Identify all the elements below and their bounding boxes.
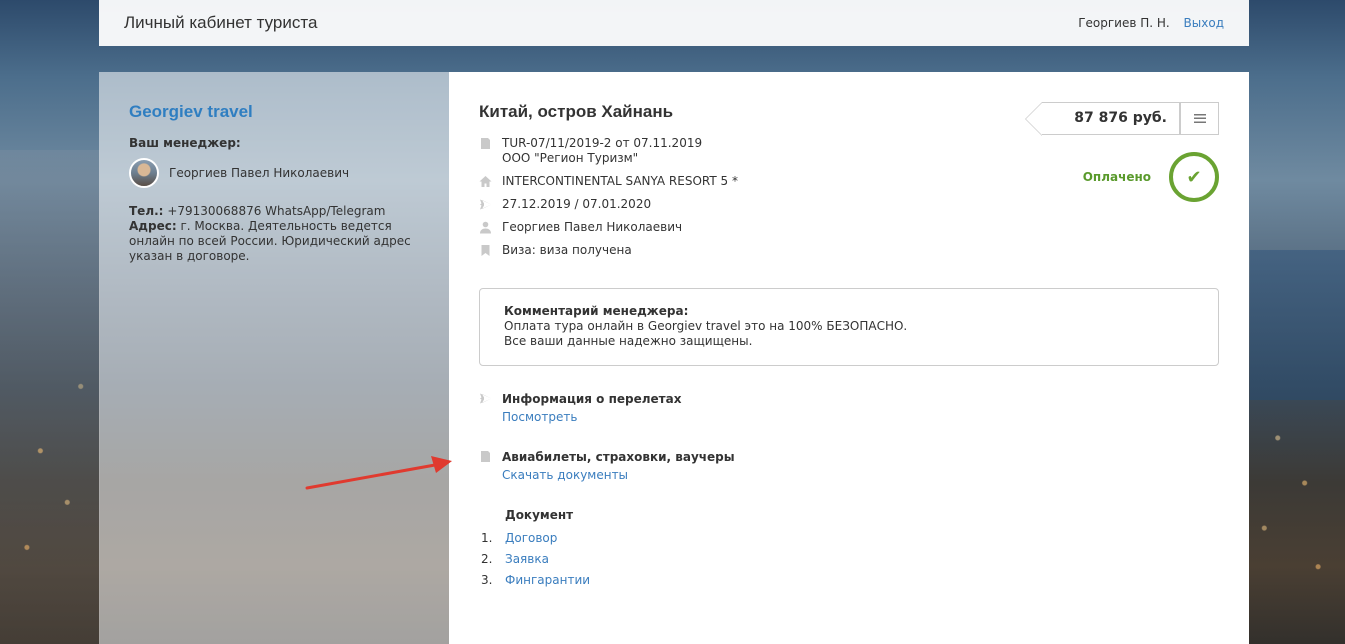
list-item: 2. Заявка xyxy=(481,549,1219,570)
document-icon xyxy=(479,450,492,463)
manager-label: Ваш менеджер: xyxy=(129,136,241,150)
doc-link-contract[interactable]: Договор xyxy=(505,528,557,549)
check-icon: ✔ xyxy=(1169,152,1219,202)
documents-list-heading: Документ xyxy=(505,508,574,522)
agency-name: Georgiev travel xyxy=(129,102,253,121)
documents-heading: Авиабилеты, страховки, ваучеры xyxy=(502,450,735,464)
agency-panel: Georgiev travel Ваш менеджер: Георгиев П… xyxy=(99,72,449,644)
plane-icon xyxy=(479,392,492,405)
list-item: 3. Фингарантии xyxy=(481,570,1219,591)
hotel-name: INTERCONTINENTAL SANYA RESORT 5 * xyxy=(502,174,738,188)
visa-row: Виза: виза получена xyxy=(479,243,1219,258)
annotation-arrow xyxy=(305,456,452,490)
documents-list: Документ 1. Договор 2. Заявка 3. Фингаранти… xyxy=(481,506,1219,591)
comment-line-1: Оплата тура онлайн в Georgiev travel это… xyxy=(504,319,908,333)
home-icon xyxy=(479,175,492,188)
contract-number: TUR-07/11/2019-2 от 07.11.2019 xyxy=(502,136,703,150)
comment-heading: Комментарий менеджера: xyxy=(504,304,689,318)
doc-link-application[interactable]: Заявка xyxy=(505,549,549,570)
tourist-name: Георгиев Павел Николаевич xyxy=(502,220,683,234)
tour-price: 87 876 руб. xyxy=(1025,102,1180,136)
flights-section: Информация о перелетах Посмотреть xyxy=(479,390,1219,426)
plane-icon xyxy=(479,198,492,211)
list-item: 1. Договор xyxy=(481,528,1219,549)
payment-status-label: Оплачено xyxy=(1082,170,1151,184)
avatar xyxy=(129,158,159,188)
doc-link-guarantees[interactable]: Фингарантии xyxy=(505,570,590,591)
page-title: Личный кабинет туриста xyxy=(124,13,318,32)
header-bar: Личный кабинет туриста Георгиев П. Н. Вы… xyxy=(99,0,1249,46)
bookmark-icon xyxy=(479,244,492,257)
manager-row: Георгиев Павел Николаевич xyxy=(129,158,419,188)
address-label: Адрес: xyxy=(129,219,177,233)
phone-label: Тел.: xyxy=(129,204,164,218)
visa-status: Виза: виза получена xyxy=(502,243,632,257)
tourist-row: Георгиев Павел Николаевич xyxy=(479,220,1219,235)
tour-panel: Китай, остров Хайнань TUR-07/11/2019-2 о… xyxy=(449,72,1249,644)
documents-section: Авиабилеты, страховки, ваучеры Скачать д… xyxy=(479,448,1219,484)
menu-icon[interactable] xyxy=(1180,102,1219,135)
background-hills xyxy=(0,150,100,644)
price-box: 87 876 руб. xyxy=(1025,102,1219,136)
document-icon xyxy=(479,137,492,150)
contacts: Тел.: +79130068876 WhatsApp/Telegram Адр… xyxy=(129,204,419,264)
user-name: Георгиев П. Н. xyxy=(1078,16,1170,30)
download-documents-link[interactable]: Скачать документы xyxy=(502,466,735,484)
background-sea xyxy=(1250,250,1345,400)
tour-operator: ООО "Регион Туризм" xyxy=(502,151,639,165)
manager-comment: Комментарий менеджера: Оплата тура онлай… xyxy=(479,288,1219,366)
user-area: Георгиев П. Н. Выход xyxy=(1078,16,1224,30)
flights-view-link[interactable]: Посмотреть xyxy=(502,408,681,426)
flights-heading: Информация о перелетах xyxy=(502,392,682,406)
person-icon xyxy=(479,221,492,234)
phone-value: +79130068876 WhatsApp/Telegram xyxy=(167,204,386,218)
travel-dates: 27.12.2019 / 07.01.2020 xyxy=(502,197,652,211)
comment-line-2: Все ваши данные надежно защищены. xyxy=(504,334,753,348)
logout-link[interactable]: Выход xyxy=(1184,16,1224,30)
payment-status: Оплачено ✔ xyxy=(1083,152,1219,202)
manager-name: Георгиев Павел Николаевич xyxy=(169,166,350,180)
